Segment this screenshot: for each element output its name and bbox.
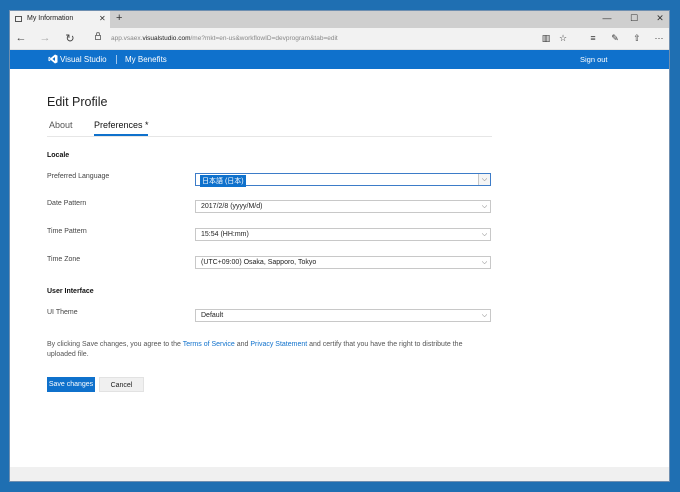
chevron-down-icon: ⌵ [481,312,488,319]
forward-icon[interactable]: → [38,32,52,44]
close-window-icon[interactable]: ✕ [653,13,667,24]
tab-about[interactable]: About [49,120,73,130]
ui-theme-value: Default [201,312,224,319]
page-footer [10,467,669,481]
browser-tab[interactable]: My Information ✕ [10,11,110,28]
navigation-bar: ← → ↻ app.vsaex.visualstudio.com/me?mkt=… [10,28,669,50]
lock-icon [95,32,101,40]
terms-of-service-link[interactable]: Terms of Service [183,341,235,348]
time-zone-value: (UTC+09:00) Osaka, Sapporo, Tokyo [201,259,317,266]
refresh-icon[interactable]: ↻ [63,32,77,45]
preferred-language-label: Preferred Language [47,173,110,180]
tab-preferences[interactable]: Preferences * [94,120,149,130]
share-icon[interactable]: ⇧ [630,33,644,44]
header-divider [116,55,117,64]
favorite-star-icon[interactable]: ☆ [556,33,570,44]
url-path: /me?mkt=en-us&workflowID=devprogram&tab=… [190,35,338,42]
tabs-divider [47,136,492,137]
page-title: Edit Profile [47,95,108,109]
time-pattern-value: 15:54 (HH:mm) [201,231,249,238]
maximize-icon[interactable]: ☐ [627,13,641,24]
notice-text: and [234,341,251,348]
date-pattern-select[interactable]: 2017/2/8 (yyyy/M/d) ⌵ [195,200,491,213]
minimize-icon[interactable]: — [600,13,614,23]
my-benefits-link[interactable]: My Benefits [125,55,167,64]
web-note-icon[interactable]: ✎ [608,33,622,44]
time-pattern-select[interactable]: 15:54 (HH:mm) ⌵ [195,228,491,241]
new-tab-icon[interactable]: + [116,12,122,24]
time-pattern-label: Time Pattern [47,228,87,235]
privacy-statement-link[interactable]: Privacy Statement [250,341,307,348]
save-changes-button[interactable]: Save changes [47,377,95,392]
preferred-language-select[interactable]: 日本語 (日本) ⌵ [195,173,491,187]
notice-text: By clicking Save changes, you agree to t… [47,341,183,348]
date-pattern-label: Date Pattern [47,200,87,207]
tab-bar: My Information ✕ + — ☐ ✕ [10,11,669,28]
time-zone-label: Time Zone [47,256,81,263]
visual-studio-logo-icon [48,54,58,64]
page-icon [15,16,22,22]
sign-out-link[interactable]: Sign out [580,55,608,64]
back-icon[interactable]: ← [14,32,28,44]
chevron-down-icon: ⌵ [481,203,488,210]
site-header: Visual Studio My Benefits Sign out [10,50,669,69]
main-content: Edit Profile About Preferences * Locale … [10,69,669,467]
chevron-down-icon: ⌵ [478,174,490,185]
time-zone-select[interactable]: (UTC+09:00) Osaka, Sapporo, Tokyo ⌵ [195,256,491,269]
tab-title: My Information [27,15,74,22]
user-interface-section-heading: User Interface [47,288,94,295]
ui-theme-select[interactable]: Default ⌵ [195,309,491,322]
reading-view-icon[interactable]: ▥ [539,33,553,44]
more-icon[interactable]: ··· [652,33,666,43]
browser-window: My Information ✕ + — ☐ ✕ ← → ↻ app.vsaex… [9,10,670,482]
locale-section-heading: Locale [47,152,70,159]
chevron-down-icon: ⌵ [481,259,488,266]
url-prefix: app.vsaex. [111,35,143,42]
url-host: visualstudio.com [142,35,191,42]
preferred-language-value: 日本語 (日本) [200,175,246,187]
terms-notice: By clicking Save changes, you agree to t… [47,340,477,360]
hub-icon[interactable]: ≡ [586,33,600,43]
cancel-button[interactable]: Cancel [99,377,144,392]
chevron-down-icon: ⌵ [481,231,488,238]
date-pattern-value: 2017/2/8 (yyyy/M/d) [201,203,263,210]
brand-link[interactable]: Visual Studio [60,55,107,64]
tab-close-icon[interactable]: ✕ [99,14,106,23]
address-bar[interactable]: app.vsaex.visualstudio.com/me?mkt=en-us&… [111,35,338,42]
ui-theme-label: UI Theme [47,309,78,316]
